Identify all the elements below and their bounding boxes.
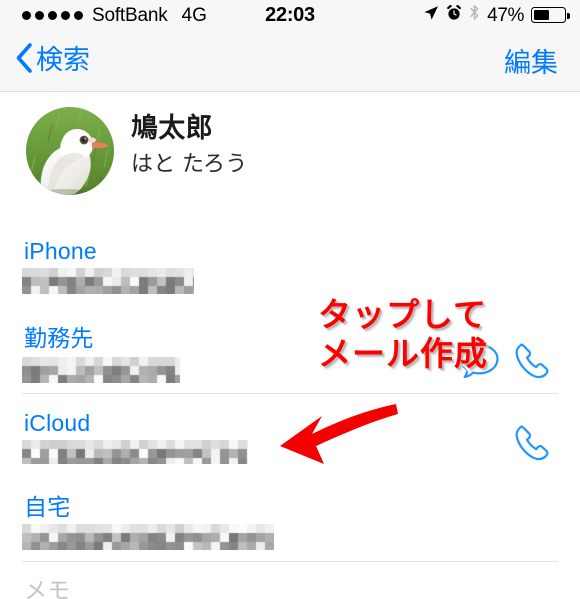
alarm-clock-icon bbox=[446, 4, 462, 26]
redacted-value bbox=[22, 524, 274, 550]
redacted-value bbox=[22, 357, 180, 383]
message-icon[interactable] bbox=[458, 342, 500, 380]
page-title: 鳩太郎 bbox=[131, 113, 213, 143]
battery-icon bbox=[531, 7, 570, 23]
phone-icon[interactable] bbox=[512, 422, 554, 464]
redacted-value bbox=[22, 440, 248, 464]
chevron-left-icon bbox=[14, 42, 34, 79]
battery-percentage: 47% bbox=[487, 4, 524, 26]
field-separator bbox=[22, 561, 558, 562]
status-bar-right: 47% bbox=[423, 0, 570, 30]
field-label: iCloud bbox=[24, 410, 91, 436]
field-label: 勤務先 bbox=[24, 325, 94, 351]
location-arrow-icon bbox=[423, 5, 439, 26]
field-separator bbox=[22, 393, 558, 394]
contact-header: 鳩太郎 はと たろう bbox=[0, 92, 580, 202]
contact-detail-content: 鳩太郎 はと たろう iPhone 勤務先 iCloud 自宅 メモ bbox=[0, 92, 580, 599]
contact-name-reading: はと たろう bbox=[131, 150, 248, 176]
iphone-contact-screen: SoftBank 4G 22:03 47% 検索 編集 鳩太郎 はと たろう i… bbox=[0, 0, 580, 599]
edit-button-label: 編集 bbox=[504, 48, 558, 78]
field-label: 自宅 bbox=[24, 494, 71, 520]
navigation-bar: 検索 編集 bbox=[0, 30, 580, 92]
contact-name-block: 鳩太郎 はと たろう bbox=[131, 112, 248, 178]
field-label: メモ bbox=[24, 577, 71, 599]
clock-label: 22:03 bbox=[265, 3, 315, 26]
field-label: iPhone bbox=[24, 238, 97, 264]
back-button[interactable]: 検索 bbox=[14, 30, 90, 91]
avatar[interactable] bbox=[26, 107, 114, 195]
edit-button[interactable]: 編集 bbox=[504, 30, 558, 91]
back-button-label: 検索 bbox=[36, 45, 90, 75]
status-bar: SoftBank 4G 22:03 47% bbox=[0, 0, 580, 30]
bluetooth-icon bbox=[469, 4, 480, 26]
phone-icon[interactable] bbox=[512, 340, 554, 382]
redacted-value bbox=[22, 268, 194, 294]
